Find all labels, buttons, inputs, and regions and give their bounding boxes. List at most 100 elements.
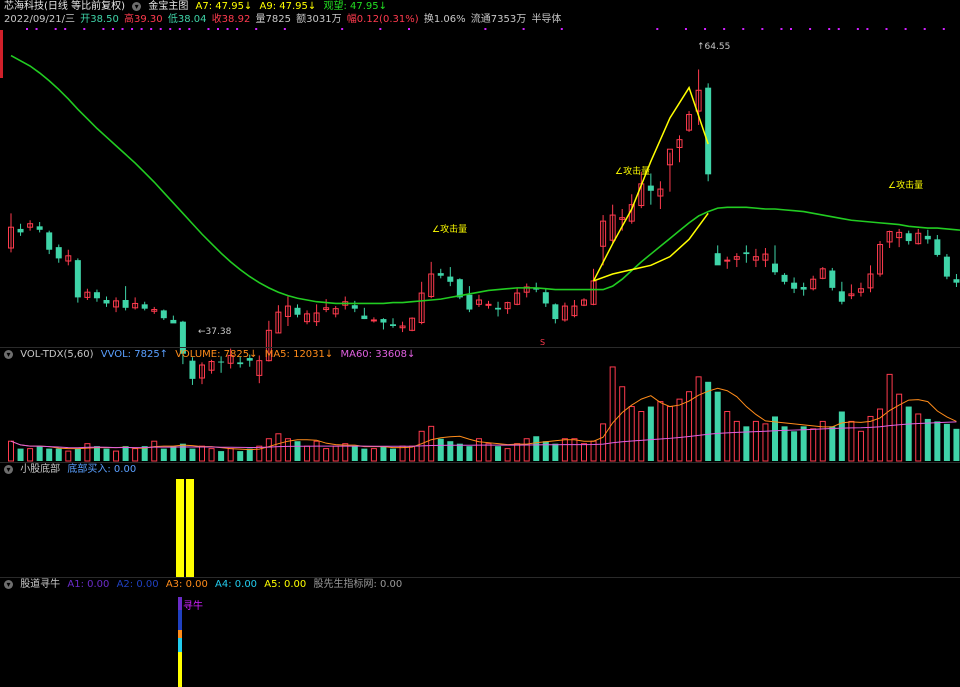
signal-dot xyxy=(102,28,105,30)
signal-dot xyxy=(207,28,210,30)
candle-body xyxy=(829,270,836,288)
signal-dot xyxy=(169,28,172,30)
bottom-panel-name[interactable]: 小股底部 xyxy=(20,464,60,475)
high-price-marker: ↑64.55 xyxy=(697,42,731,52)
candle-body xyxy=(714,253,721,266)
vol-settings-dot-icon[interactable]: ▾ xyxy=(4,349,13,359)
volume-bar xyxy=(437,438,444,461)
volume-bar xyxy=(791,431,798,461)
niu-settings-dot-icon[interactable]: ▾ xyxy=(4,579,13,589)
volume-bar xyxy=(943,423,950,461)
info-bar: 2022/09/21/三 开38.50 高39.30 低38.04 收38.92… xyxy=(4,13,565,27)
volume-value: VOLUME: 7825↓ xyxy=(175,349,258,360)
volume-bar xyxy=(600,423,607,462)
a7-value: A7: 47.95↓ xyxy=(195,1,253,12)
ma60-value: MA60: 33608↓ xyxy=(340,349,416,360)
volume-bar xyxy=(552,443,559,461)
volume-bar xyxy=(829,426,836,461)
niu-signal-segment xyxy=(178,638,182,652)
candle-body xyxy=(160,310,167,319)
volume-bar xyxy=(628,406,635,462)
signal-dot xyxy=(780,28,783,30)
volume-bar xyxy=(103,448,110,461)
settings-dot-icon[interactable]: ▾ xyxy=(132,1,142,11)
volume-bar xyxy=(619,386,626,462)
niu-panel-name[interactable]: 股道寻牛 xyxy=(20,579,60,590)
vol-panel-header: ▾ VOL-TDX(5,60) VVOL: 7825↑ VOLUME: 7825… xyxy=(4,348,419,362)
volume-bar xyxy=(609,366,616,462)
candle-body xyxy=(781,274,788,282)
info-float: 流通7353万 xyxy=(470,14,527,25)
candle-body xyxy=(351,305,358,309)
signal-dot xyxy=(159,28,162,30)
candle-body xyxy=(46,232,53,250)
info-volume: 量7825 xyxy=(255,14,291,25)
info-change: 幅0.12(0.31%) xyxy=(346,14,419,25)
volume-bar xyxy=(409,445,416,462)
signal-dot xyxy=(942,28,945,30)
title-bar: 芯海科技(日线 等比前复权) ▾ 金宝主图 A7: 47.95↓ A9: 47.… xyxy=(4,0,391,14)
volume-bar xyxy=(495,446,502,461)
indicator-name[interactable]: 金宝主图 xyxy=(148,1,188,12)
signal-dot xyxy=(140,28,143,30)
vvol-value: VVOL: 7825↑ xyxy=(100,349,169,360)
price-axis-marker xyxy=(0,30,3,78)
candle-body xyxy=(103,300,110,304)
signal-dot xyxy=(809,28,812,30)
volume-bar xyxy=(447,441,454,461)
candle-body xyxy=(943,256,950,277)
signal-dot xyxy=(121,28,124,30)
signal-dot xyxy=(560,28,563,30)
volume-bar xyxy=(227,448,234,462)
bottom-settings-dot-icon[interactable]: ▾ xyxy=(4,464,13,474)
signal-dot xyxy=(866,28,869,30)
candle-body xyxy=(772,263,778,273)
volume-ma5-line xyxy=(10,387,957,451)
info-sector[interactable]: 半导体 xyxy=(531,14,561,25)
info-date: 2022/09/21/三 xyxy=(4,14,76,25)
volume-bar xyxy=(428,425,435,462)
volume-bar xyxy=(724,411,731,462)
signal-dot xyxy=(704,28,707,30)
volume-bar xyxy=(456,443,463,461)
volume-bar xyxy=(8,440,14,462)
candle-body xyxy=(370,319,377,322)
volume-bar xyxy=(886,373,893,462)
volume-bar xyxy=(199,445,205,462)
candle-body xyxy=(170,319,177,324)
signal-dot xyxy=(885,28,888,30)
candle-body xyxy=(390,324,396,326)
volume-bar xyxy=(647,406,654,461)
candle-body xyxy=(17,228,24,233)
signal-dot xyxy=(723,28,726,30)
candle-body xyxy=(189,360,196,379)
volume-bar xyxy=(867,415,874,462)
bottom-signal-bar xyxy=(176,479,184,577)
signal-dot xyxy=(484,28,487,30)
info-amount: 额3031万 xyxy=(296,14,342,25)
volume-bar xyxy=(714,391,721,461)
niu-a5-value: A5: 0.00 xyxy=(264,579,307,590)
candle-body xyxy=(495,307,502,310)
signal-dot xyxy=(923,28,926,30)
signal-dot xyxy=(684,28,687,30)
volume-bar xyxy=(810,428,817,462)
signal-dot xyxy=(283,28,286,30)
volume-bar xyxy=(657,401,664,462)
volume-bar xyxy=(533,436,540,461)
stock-title[interactable]: 芯海科技(日线 等比前复权) xyxy=(4,1,125,12)
niu-a3-value: A3: 0.00 xyxy=(165,579,208,590)
niu-signal-segment xyxy=(178,652,182,672)
candle-body xyxy=(122,300,129,308)
signal-dot xyxy=(178,28,181,30)
volume-bar xyxy=(485,443,492,462)
signal-dot xyxy=(54,28,57,30)
volume-bar xyxy=(189,448,196,461)
signal-dot xyxy=(379,28,382,30)
volume-bar xyxy=(313,440,320,462)
vol-panel-name[interactable]: VOL-TDX(5,60) xyxy=(20,349,93,360)
candle-body xyxy=(74,260,81,298)
volume-bar xyxy=(772,416,778,461)
low-price-marker: ←37.38 xyxy=(198,327,232,337)
volume-bar xyxy=(265,438,272,462)
